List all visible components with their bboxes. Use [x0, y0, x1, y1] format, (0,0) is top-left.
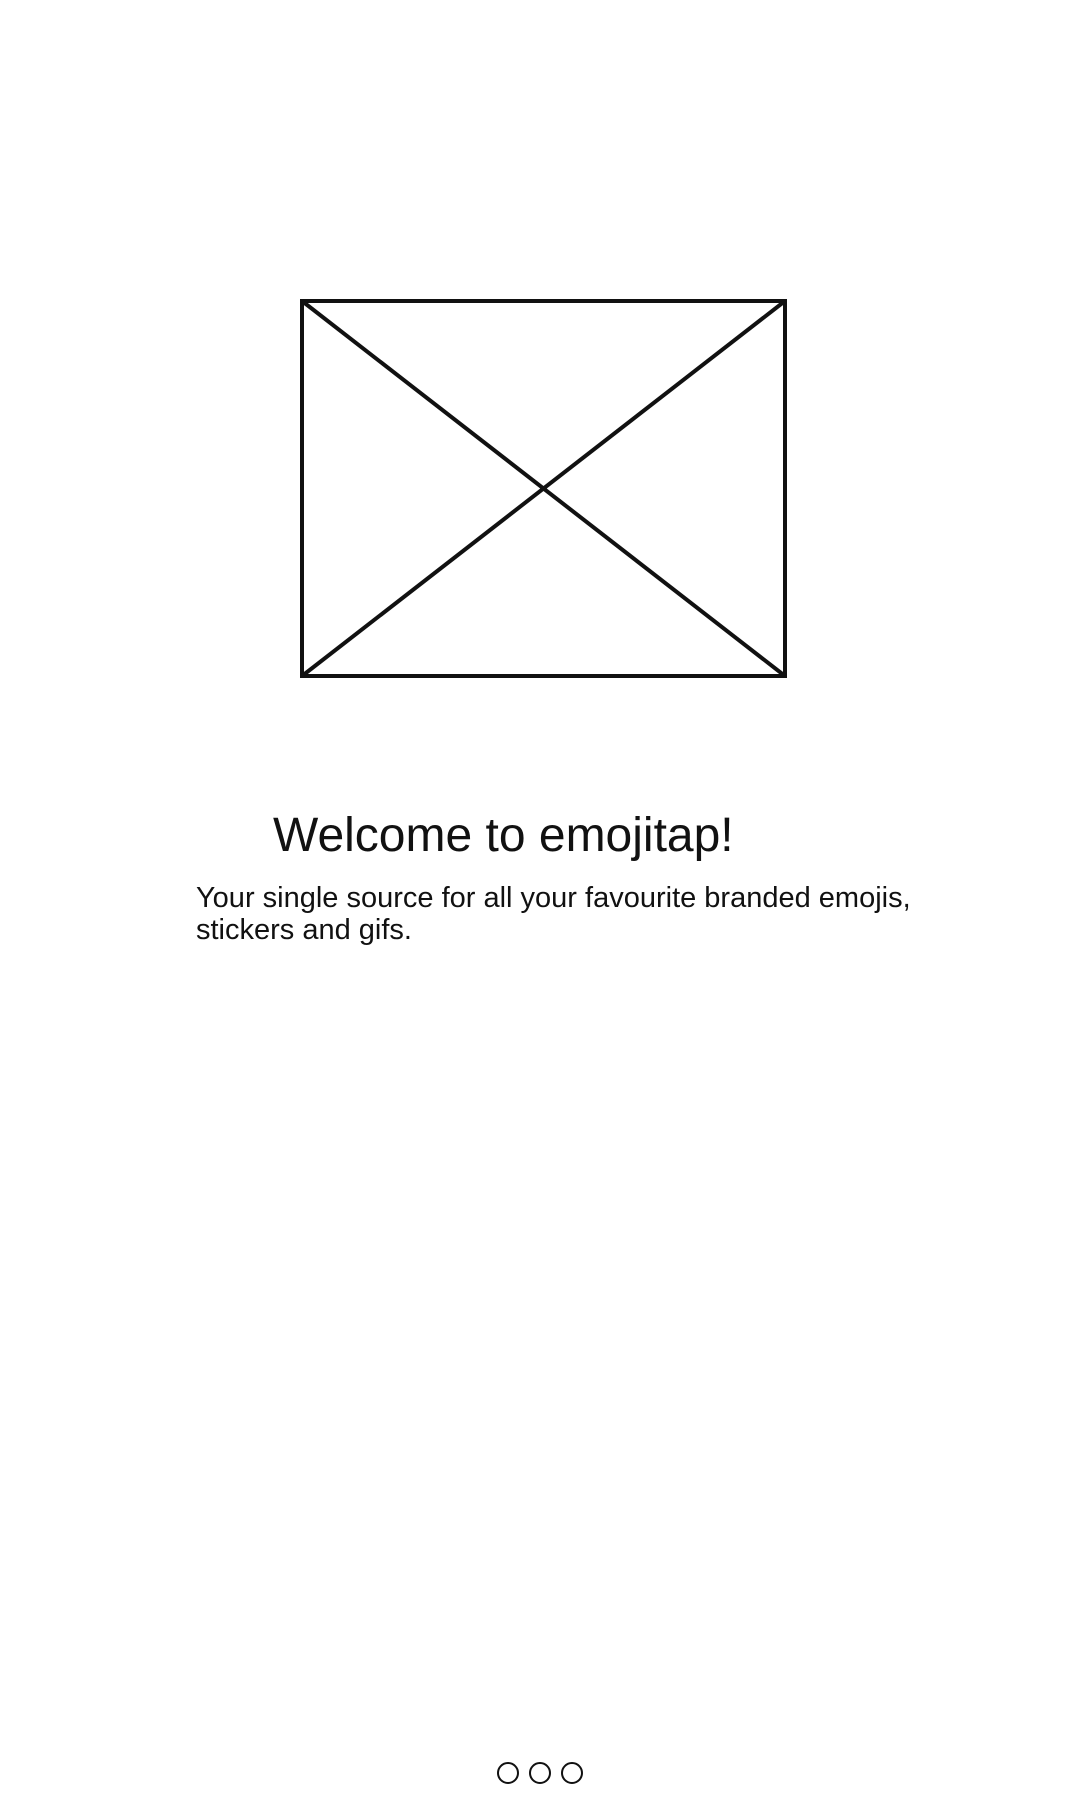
page-indicator-dot-1[interactable] — [497, 1762, 519, 1784]
image-placeholder-icon — [300, 299, 787, 678]
welcome-subtitle: Your single source for all your favourit… — [196, 882, 911, 946]
welcome-title: Welcome to emojitap! — [273, 809, 734, 862]
page-indicator-dot-2[interactable] — [529, 1762, 551, 1784]
onboarding-screen: Welcome to emojitap! Your single source … — [0, 0, 1080, 1800]
page-indicator-dot-3[interactable] — [561, 1762, 583, 1784]
page-indicator — [0, 1762, 1080, 1792]
